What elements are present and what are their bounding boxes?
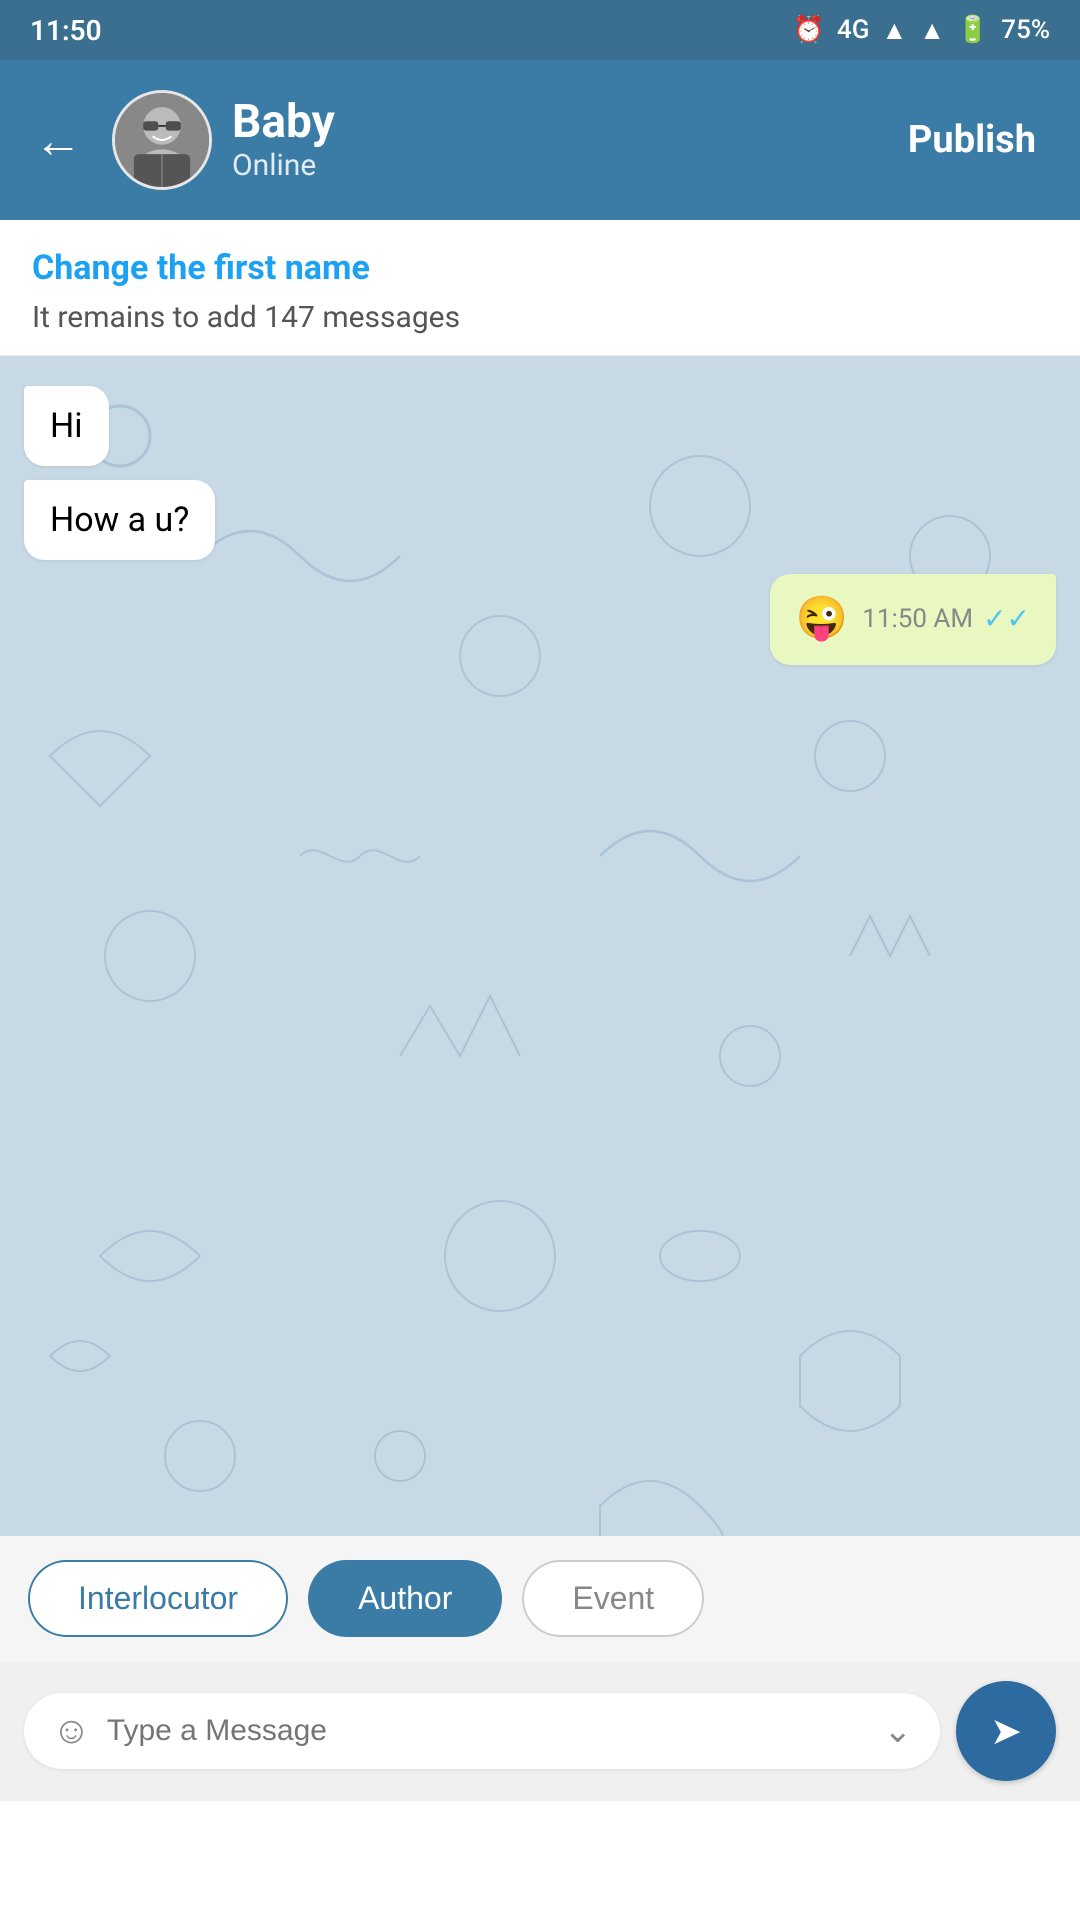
notice-text: It remains to add 147 messages <box>32 300 1048 335</box>
status-bar: 11:50 ⏰ 4G ▲ ▲ 🔋 75% <box>0 0 1080 60</box>
message-received-1: Hi <box>24 386 109 466</box>
sent-emoji: 😜 <box>796 592 848 647</box>
emoji-button[interactable]: ☺ <box>52 1709 91 1753</box>
avatar-image <box>115 93 209 187</box>
message-sent-1: 😜 11:50 AM ✓✓ <box>770 574 1056 665</box>
battery-icon: 🔋 <box>957 15 989 45</box>
sent-time: 11:50 AM <box>862 603 973 637</box>
messages-container: Hi How a u? 😜 11:50 AM ✓✓ <box>24 386 1056 665</box>
chat-area: Hi How a u? 😜 11:50 AM ✓✓ <box>0 356 1080 1536</box>
contact-name: Baby <box>232 97 868 148</box>
dropdown-button[interactable]: ⌄ <box>884 1711 913 1751</box>
alarm-icon: ⏰ <box>793 15 825 45</box>
message-type-tabs: Interlocutor Author Event <box>0 1536 1080 1661</box>
notice-title[interactable]: Change the first name <box>32 248 1048 288</box>
back-button[interactable]: ← <box>24 102 92 179</box>
input-bar: ☺ ⌄ ➤ <box>0 1661 1080 1801</box>
tab-interlocutor[interactable]: Interlocutor <box>28 1560 288 1637</box>
battery-label: 75% <box>1001 15 1050 45</box>
message-read-indicator: ✓✓ <box>983 601 1030 637</box>
contact-info: Baby Online <box>232 97 868 183</box>
send-button[interactable]: ➤ <box>956 1681 1056 1781</box>
message-text-1: Hi <box>50 406 83 446</box>
tab-event[interactable]: Event <box>522 1560 704 1637</box>
sent-meta: 11:50 AM ✓✓ <box>862 601 1030 637</box>
publish-button[interactable]: Publish <box>888 108 1056 172</box>
signal-icon: ▲ <box>881 15 907 46</box>
contact-status: Online <box>232 148 868 183</box>
signal-icon-2: ▲ <box>919 15 945 46</box>
sent-content: 😜 11:50 AM ✓✓ <box>796 592 1030 647</box>
contact-avatar <box>112 90 212 190</box>
message-text-2: How a u? <box>50 500 189 540</box>
header: ← Baby Online Publish <box>0 60 1080 220</box>
tab-author[interactable]: Author <box>308 1560 502 1637</box>
message-received-2: How a u? <box>24 480 215 560</box>
signal-label: 4G <box>837 15 870 45</box>
notice-bar: Change the first name It remains to add … <box>0 220 1080 356</box>
input-wrapper: ☺ ⌄ <box>24 1693 940 1769</box>
message-input[interactable] <box>107 1714 868 1748</box>
send-icon: ➤ <box>990 1709 1022 1754</box>
status-time: 11:50 <box>30 14 102 47</box>
status-icons: ⏰ 4G ▲ ▲ 🔋 75% <box>793 15 1050 46</box>
